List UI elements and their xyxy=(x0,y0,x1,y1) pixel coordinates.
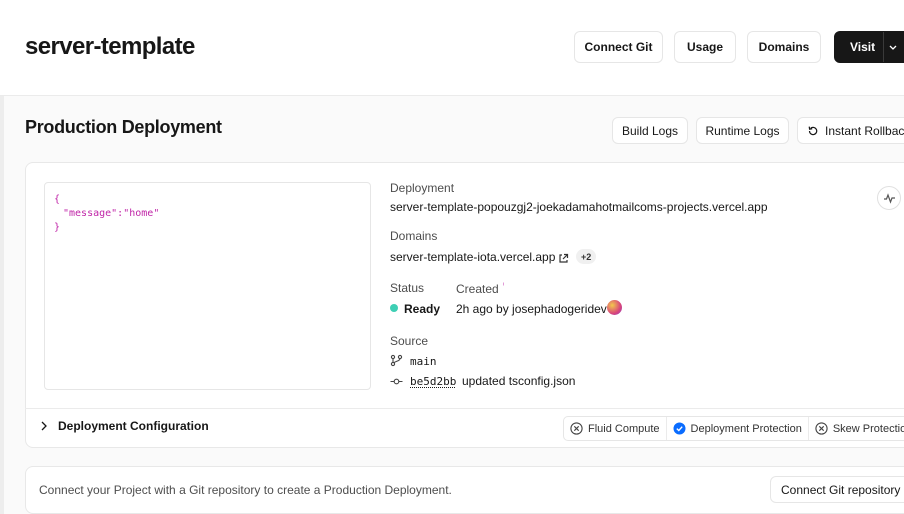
git-connect-message: Connect your Project with a Git reposito… xyxy=(39,483,452,497)
build-logs-button[interactable]: Build Logs xyxy=(612,117,688,144)
activity-button[interactable] xyxy=(877,186,901,210)
feature-skew-protection[interactable]: Skew Protection xyxy=(809,417,904,440)
enabled-check-icon xyxy=(673,422,686,435)
feature-label: Deployment Protection xyxy=(690,422,802,435)
external-link-icon[interactable] xyxy=(558,251,569,269)
feature-fluid-compute[interactable]: Fluid Compute xyxy=(564,417,667,440)
json-open-brace: { xyxy=(54,194,61,205)
branch-icon xyxy=(390,354,403,372)
json-line: "message":"home" xyxy=(54,207,361,221)
runtime-logs-button[interactable]: Runtime Logs xyxy=(696,117,789,144)
branch-name[interactable]: main xyxy=(410,355,437,368)
project-title: server-template xyxy=(25,33,195,60)
instant-rollback-label: Instant Rollback xyxy=(825,123,904,138)
domain-link[interactable]: server-template-iota.vercel.app xyxy=(390,250,555,264)
visit-label: Visit xyxy=(850,40,876,54)
configuration-features: Fluid Compute Deployment Protection Skew… xyxy=(563,416,904,441)
created-label: Created xyxy=(456,282,499,296)
deployment-configuration-label: Deployment Configuration xyxy=(58,419,209,433)
commit-icon xyxy=(390,375,403,393)
source-label: Source xyxy=(390,334,429,348)
deployment-preview[interactable]: { "message":"home" } xyxy=(44,182,371,390)
chevron-down-icon[interactable] xyxy=(883,32,901,62)
connect-git-repository-button[interactable]: Connect Git repository xyxy=(770,476,904,503)
deployment-configuration-toggle[interactable]: Deployment Configuration xyxy=(38,419,209,433)
commit-hash[interactable]: be5d2bb xyxy=(410,375,456,388)
feature-label: Fluid Compute xyxy=(588,422,660,435)
domains-more-badge[interactable]: +2 xyxy=(576,249,597,264)
json-close-brace: } xyxy=(54,222,61,233)
json-value: "home" xyxy=(123,208,160,219)
instant-rollback-button[interactable]: Instant Rollback xyxy=(797,117,904,144)
commit-message: updated tsconfig.json xyxy=(462,374,576,388)
chevron-right-icon xyxy=(41,421,47,431)
feature-deployment-protection[interactable]: Deployment Protection xyxy=(667,417,809,440)
disabled-x-icon xyxy=(570,422,583,435)
status-value: Ready xyxy=(404,302,441,316)
activity-icon xyxy=(883,192,895,204)
info-icon[interactable]: ⁱ xyxy=(503,281,504,290)
feature-label: Skew Protection xyxy=(832,422,904,435)
status-label: Status xyxy=(390,281,425,295)
deployment-label: Deployment xyxy=(390,181,455,195)
avatar[interactable] xyxy=(607,300,622,315)
section-title: Production Deployment xyxy=(25,117,222,137)
created-value: 2h ago by josephadogeridev xyxy=(456,302,607,316)
connect-git-button[interactable]: Connect Git xyxy=(574,31,663,63)
rollback-icon xyxy=(808,126,818,135)
json-key: "message": xyxy=(63,208,124,219)
domains-button[interactable]: Domains xyxy=(747,31,821,63)
disabled-x-icon xyxy=(815,422,828,435)
deployment-url[interactable]: server-template-popouzgj2-joekadamahotma… xyxy=(390,200,768,214)
domains-label: Domains xyxy=(390,229,438,243)
visit-button[interactable]: Visit xyxy=(834,31,904,63)
status-dot xyxy=(390,304,398,312)
usage-button[interactable]: Usage xyxy=(674,31,736,63)
divider xyxy=(25,408,904,409)
